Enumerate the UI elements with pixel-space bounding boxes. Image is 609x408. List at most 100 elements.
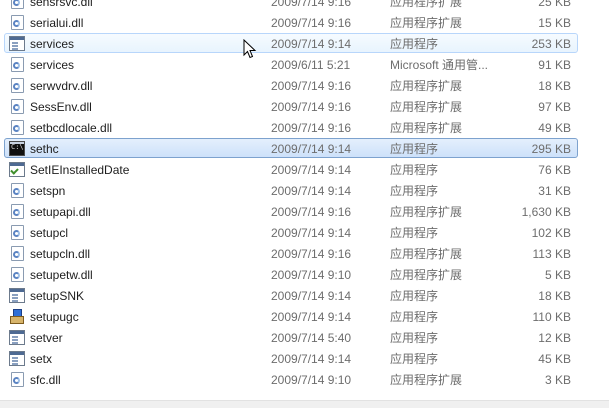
file-date-modified: 2009/7/14 9:14 — [271, 142, 352, 156]
dll-file-icon — [11, 267, 24, 282]
dll-file-icon — [11, 183, 24, 198]
file-row-3[interactable]: services 2009/6/11 5:21 Microsoft 通用管...… — [4, 54, 578, 74]
file-size: 110 KB — [532, 310, 571, 324]
file-size: 1,630 KB — [521, 205, 571, 219]
file-size: 18 KB — [538, 79, 571, 93]
file-size: 49 KB — [538, 121, 571, 135]
file-type: 应用程序 — [390, 310, 439, 324]
file-type: 应用程序扩展 — [390, 121, 463, 135]
file-name: setupetw.dll — [30, 268, 93, 282]
file-name: serwvdrv.dll — [30, 79, 93, 93]
file-row-8[interactable]: SetIEInstalledDate 2009/7/14 9:14 应用程序 7… — [4, 159, 578, 179]
file-type: 应用程序扩展 — [390, 100, 463, 114]
file-date-modified: 2009/7/14 9:16 — [271, 0, 352, 9]
console-icon: C:\ — [9, 141, 25, 156]
dll-file-icon — [11, 99, 24, 114]
file-size: 25 KB — [538, 0, 571, 9]
file-type: 应用程序 — [390, 226, 439, 240]
file-name: SetIEInstalledDate — [30, 163, 130, 177]
file-type: 应用程序 — [390, 184, 439, 198]
file-size: 18 KB — [538, 289, 571, 303]
file-row-14[interactable]: setupSNK 2009/7/14 9:14 应用程序 18 KB — [4, 285, 578, 305]
file-date-modified: 2009/7/14 9:10 — [271, 373, 352, 387]
file-row-2[interactable]: services 2009/7/14 9:14 应用程序 253 KB — [4, 33, 578, 53]
file-name: services — [30, 37, 75, 51]
setup-installer-icon — [9, 309, 25, 324]
file-size: 45 KB — [538, 352, 571, 366]
file-date-modified: 2009/7/14 9:14 — [271, 184, 352, 198]
file-type: 应用程序 — [390, 37, 439, 51]
file-name: sfc.dll — [30, 373, 61, 387]
file-type: 应用程序 — [390, 163, 439, 177]
file-size: 5 KB — [544, 268, 571, 282]
file-type: 应用程序扩展 — [390, 0, 463, 9]
dll-file-icon — [11, 120, 24, 135]
file-row-9[interactable]: setspn 2009/7/14 9:14 应用程序 31 KB — [4, 180, 578, 200]
file-size: 91 KB — [538, 58, 571, 72]
exe-check-icon — [9, 162, 25, 177]
file-date-modified: 2009/7/14 9:14 — [271, 289, 352, 303]
file-date-modified: 2009/7/14 9:16 — [271, 205, 352, 219]
file-size: 12 KB — [538, 331, 571, 345]
file-type: 应用程序扩展 — [390, 79, 463, 93]
file-row-15[interactable]: setupugc 2009/7/14 9:14 应用程序 110 KB — [4, 306, 578, 326]
dll-file-icon — [11, 246, 24, 261]
file-type: 应用程序 — [390, 289, 439, 303]
horizontal-scrollbar[interactable] — [0, 400, 609, 408]
file-type: Microsoft 通用管... — [390, 58, 489, 72]
file-row-1[interactable]: serialui.dll 2009/7/14 9:16 应用程序扩展 15 KB — [4, 12, 578, 32]
file-row-18[interactable]: sfc.dll 2009/7/14 9:10 应用程序扩展 3 KB — [4, 369, 578, 389]
file-name: setupSNK — [30, 289, 85, 303]
file-size: 113 KB — [532, 247, 571, 261]
file-date-modified: 2009/7/14 9:16 — [271, 16, 352, 30]
file-name: serialui.dll — [30, 16, 84, 30]
file-type: 应用程序扩展 — [390, 205, 463, 219]
exe-window-icon — [9, 351, 25, 366]
file-size: 97 KB — [538, 100, 571, 114]
file-row-4[interactable]: serwvdrv.dll 2009/7/14 9:16 应用程序扩展 18 KB — [4, 75, 578, 95]
exe-window-icon — [9, 330, 25, 345]
file-row-12[interactable]: setupcln.dll 2009/7/14 9:16 应用程序扩展 113 K… — [4, 243, 578, 263]
dll-file-icon — [11, 0, 24, 9]
file-date-modified: 2009/7/14 9:16 — [271, 79, 352, 93]
file-row-0[interactable]: sensrsvc.dll 2009/7/14 9:16 应用程序扩展 25 KB — [4, 0, 578, 11]
dll-file-icon — [11, 225, 24, 240]
file-row-17[interactable]: setx 2009/7/14 9:14 应用程序 45 KB — [4, 348, 578, 368]
file-name: services — [30, 58, 75, 72]
file-type: 应用程序 — [390, 352, 439, 366]
file-type: 应用程序 — [390, 331, 439, 345]
file-size: 3 KB — [544, 373, 571, 387]
file-row-5[interactable]: SessEnv.dll 2009/7/14 9:16 应用程序扩展 97 KB — [4, 96, 578, 116]
file-date-modified: 2009/7/14 9:10 — [271, 268, 352, 282]
file-date-modified: 2009/7/14 9:14 — [271, 352, 352, 366]
file-date-modified: 2009/7/14 5:40 — [271, 331, 352, 345]
file-type: 应用程序 — [390, 142, 439, 156]
file-date-modified: 2009/7/14 9:16 — [271, 121, 352, 135]
file-row-13[interactable]: setupetw.dll 2009/7/14 9:10 应用程序扩展 5 KB — [4, 264, 578, 284]
file-row-11[interactable]: setupcl 2009/7/14 9:14 应用程序 102 KB — [4, 222, 578, 242]
file-name: setupcln.dll — [30, 247, 91, 261]
file-row-6[interactable]: setbcdlocale.dll 2009/7/14 9:16 应用程序扩展 4… — [4, 117, 578, 137]
file-size: 31 KB — [538, 184, 571, 198]
dll-file-icon — [11, 204, 24, 219]
file-name: SessEnv.dll — [30, 100, 92, 114]
file-name: sensrsvc.dll — [30, 0, 93, 9]
file-size: 15 KB — [538, 16, 571, 30]
file-date-modified: 2009/7/14 9:14 — [271, 310, 352, 324]
file-size: 76 KB — [538, 163, 571, 177]
file-list[interactable]: sensrsvc.dll 2009/7/14 9:16 应用程序扩展 25 KB… — [0, 0, 609, 400]
dll-file-icon — [11, 15, 24, 30]
file-row-7[interactable]: C:\ sethc 2009/7/14 9:14 应用程序 295 KB — [4, 138, 578, 158]
file-date-modified: 2009/7/14 9:14 — [271, 226, 352, 240]
file-type: 应用程序扩展 — [390, 373, 463, 387]
file-row-16[interactable]: setver 2009/7/14 5:40 应用程序 12 KB — [4, 327, 578, 347]
dll-file-icon — [11, 78, 24, 93]
file-date-modified: 2009/7/14 9:16 — [271, 247, 352, 261]
msc-file-icon — [11, 57, 24, 72]
file-row-10[interactable]: setupapi.dll 2009/7/14 9:16 应用程序扩展 1,630… — [4, 201, 578, 221]
file-size: 253 KB — [531, 37, 571, 51]
file-name: setspn — [30, 184, 66, 198]
file-date-modified: 2009/7/14 9:14 — [271, 37, 352, 51]
dll-file-icon — [11, 372, 24, 387]
file-name: setupapi.dll — [30, 205, 91, 219]
